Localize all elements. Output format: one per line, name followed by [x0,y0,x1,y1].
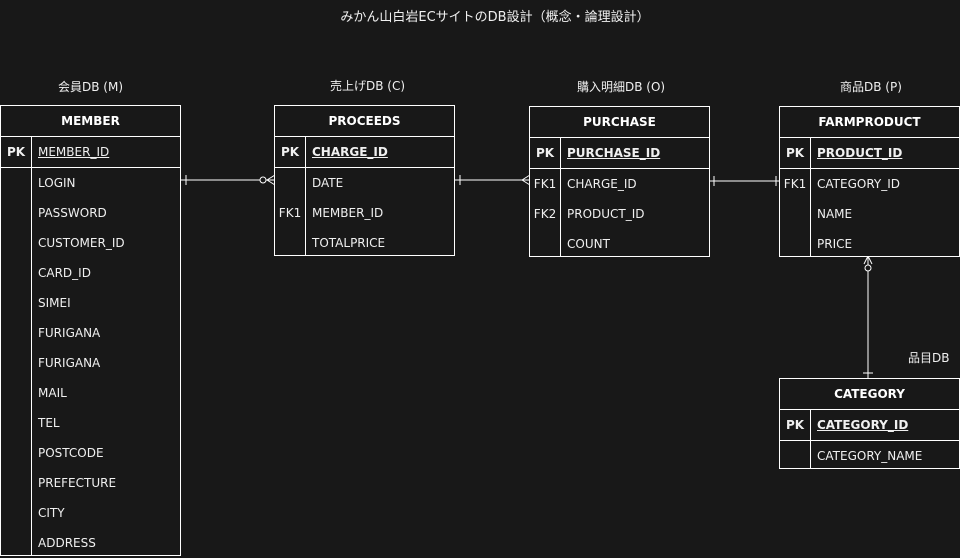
pk-label: PK [6,145,26,159]
field-name: CITY [38,506,65,520]
member-field-row: MAIL [1,378,180,408]
field-name: DATE [312,176,344,190]
member-proceeds-zero-mark [259,176,267,184]
field-name: PRICE [817,237,853,251]
field-name: PREFECTURE [38,476,117,490]
purchase-entity-title: PURCHASE [530,107,709,138]
field-name: ADDRESS [38,536,96,550]
farmproduct-pk-field: PRODUCT_ID [817,146,903,160]
purchase-pk-row: PK PURCHASE_ID [530,138,709,169]
field-name: PRODUCT_ID [567,207,645,221]
product-category-zero-mark [864,264,872,272]
farmproduct-field-row: FK1 CATEGORY_ID [780,169,959,199]
field-name: POSTCODE [38,446,104,460]
proceeds-pk-row: PK CHARGE_ID [275,137,454,168]
farmproduct-entity[interactable]: FARMPRODUCT PK PRODUCT_ID FK1 CATEGORY_ID… [779,106,960,257]
member-field-row: PREFECTURE [1,468,180,498]
purchase-pk-field: PURCHASE_ID [567,146,661,160]
member-field-row: CARD_ID [1,258,180,288]
farmproduct-entity-title: FARMPRODUCT [780,107,959,138]
category-entity-title: CATEGORY [780,379,959,410]
member-field-row: LOGIN [1,168,180,198]
field-name: COUNT [567,237,610,251]
field-name: FURIGANA [38,356,101,370]
field-name: TEL [38,416,60,430]
member-field-row: TEL [1,408,180,438]
farmproduct-pk-row: PK PRODUCT_ID [780,138,959,169]
proceeds-entity-title: PROCEEDS [275,106,454,137]
member-field-row: ADDRESS [1,528,180,558]
category-pk-field: CATEGORY_ID [817,418,909,432]
field-name: PASSWORD [38,206,107,220]
purchase-entity[interactable]: PURCHASE PK PURCHASE_ID FK1 CHARGE_ID FK2… [529,106,710,257]
pk-label: PK [785,146,805,160]
field-key: FK1 [783,177,807,191]
member-pk-row: PK MEMBER_ID [1,137,180,168]
farmproduct-field-row: PRICE [780,229,959,259]
member-entity-title: MEMBER [1,106,180,137]
farmproduct-field-row: NAME [780,199,959,229]
purchase-field-row: FK1 CHARGE_ID [530,169,709,199]
field-key: FK1 [533,177,557,191]
member-field-row: SIMEI [1,288,180,318]
field-name: CHARGE_ID [567,177,637,191]
proceeds-field-row: FK1 MEMBER_ID [275,198,454,228]
field-name: CATEGORY_NAME [817,449,923,463]
member-field-row: CUSTOMER_ID [1,228,180,258]
proceeds-entity[interactable]: PROCEEDS PK CHARGE_ID DATE FK1 MEMBER_ID … [274,105,455,256]
field-name: SIMEI [38,296,71,310]
category-field-row: CATEGORY_NAME [780,441,959,471]
pk-label: PK [785,418,805,432]
purchase-field-row: FK2 PRODUCT_ID [530,199,709,229]
er-diagram-canvas: みかん山白岩ECサイトのDB設計（概念・論理設計） 会員DB (M) 売上げDB… [0,0,960,556]
proceeds-field-row: DATE [275,168,454,198]
field-name: MAIL [38,386,67,400]
member-field-row: POSTCODE [1,438,180,468]
field-name: CUSTOMER_ID [38,236,125,250]
proceeds-field-row: TOTALPRICE [275,228,454,258]
field-name: CARD_ID [38,266,91,280]
member-field-row: FURIGANA [1,318,180,348]
pk-label: PK [280,145,300,159]
field-name: LOGIN [38,176,76,190]
field-name: NAME [817,207,853,221]
member-pk-field: MEMBER_ID [38,145,110,159]
category-entity[interactable]: CATEGORY PK CATEGORY_ID CATEGORY_NAME [779,378,960,469]
field-name: FURIGANA [38,326,101,340]
field-key: FK2 [533,207,557,221]
member-field-row: PASSWORD [1,198,180,228]
field-key: FK1 [278,206,302,220]
category-pk-row: PK CATEGORY_ID [780,410,959,441]
field-name: CATEGORY_ID [817,177,900,191]
member-entity[interactable]: MEMBER PK MEMBER_ID LOGIN PASSWORD CUSTO… [0,105,181,556]
purchase-field-row: COUNT [530,229,709,259]
field-name: TOTALPRICE [312,236,386,250]
member-field-row: FURIGANA [1,348,180,378]
pk-label: PK [535,146,555,160]
proceeds-pk-field: CHARGE_ID [312,145,388,159]
field-name: MEMBER_ID [312,206,384,220]
member-field-row: CITY [1,498,180,528]
